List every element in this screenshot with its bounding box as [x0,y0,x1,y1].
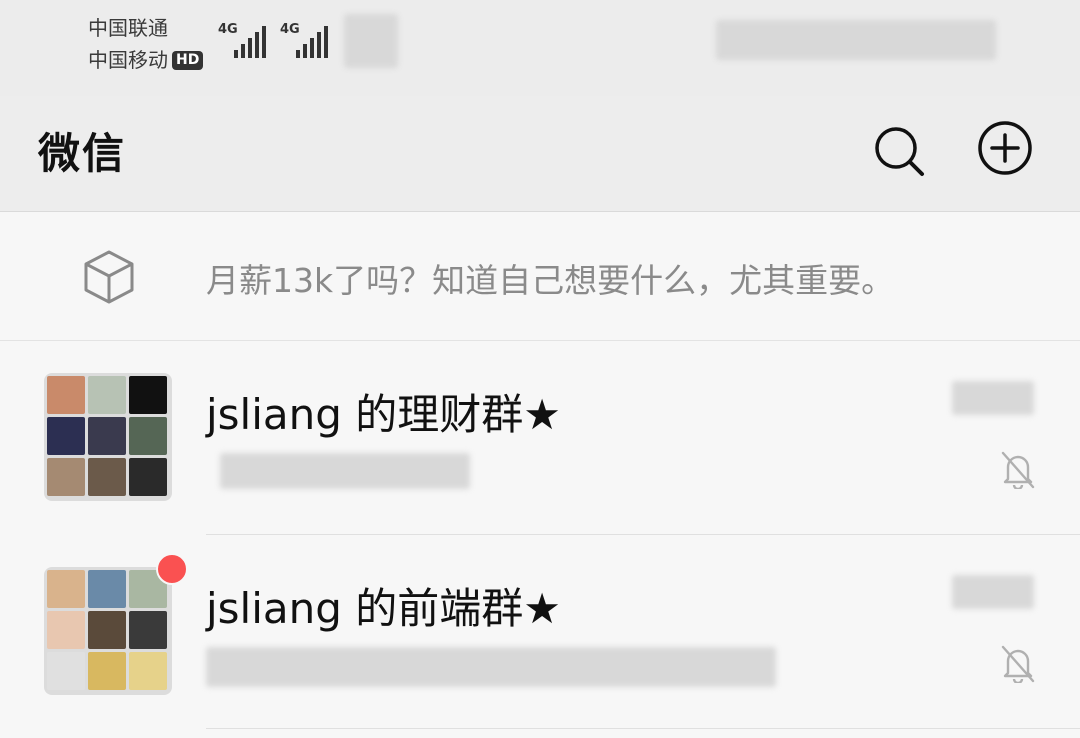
carrier-1-label: 中国联通 [88,16,168,40]
carrier-row-1: 中国联通 [88,12,203,44]
chat-list-item[interactable]: jsliang 的理财群★ [0,341,1080,535]
page-title: 微信 [38,129,127,178]
search-icon [875,127,924,176]
mute-bell-icon [1001,645,1035,683]
group-avatar [44,373,172,501]
signal-strength-icon-1: 4G [218,22,274,58]
mute-bell-icon [1001,451,1035,489]
chat-name: jsliang 的理财群★ [206,390,561,439]
redacted-status-area [344,14,398,68]
group-avatar [44,567,172,695]
carrier-2-label: 中国移动 [88,48,168,72]
carrier-row-2: 中国移动 HD [88,44,204,76]
redacted-timestamp [952,575,1034,609]
status-message-row[interactable]: 月薪13k了吗？知道自己想要什么，尤其重要。 [0,212,1080,341]
carrier-info: 中国联通 中国移动 HD [88,12,204,76]
row-divider [206,728,1080,729]
unread-badge [156,553,188,585]
hd-badge: HD [172,50,204,70]
title-bar: 微信 [0,96,1080,212]
status-bar: 中国联通 中国移动 HD 4G 4G [0,0,1080,96]
chat-name: jsliang 的前端群★ [206,584,561,633]
search-button[interactable] [866,118,930,182]
status-message-text: 月薪13k了吗？知道自己想要什么，尤其重要。 [206,261,895,300]
add-circle-icon [978,121,1032,175]
wechat-screen: 中国联通 中国移动 HD 4G 4G 微信 月薪13k了吗？知道自己想要什么，尤… [0,0,1080,738]
redacted-timestamp [952,381,1034,415]
signal-strength-icon-2: 4G [280,22,336,58]
redacted-message-preview [220,453,470,489]
redacted-clock-area [716,20,996,60]
chat-list-item[interactable]: jsliang 的前端群★ [0,535,1080,729]
cube-icon [84,250,134,304]
add-button[interactable] [974,116,1038,180]
redacted-message-preview [206,647,776,687]
